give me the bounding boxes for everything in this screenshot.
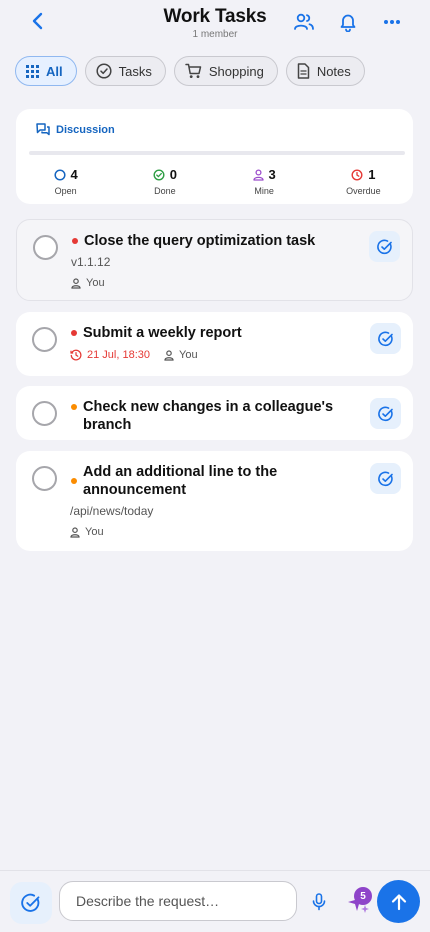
header: Work Tasks 1 member (0, 0, 430, 46)
task-assignee: You (71, 277, 105, 289)
task-title: Check new changes in a colleague's branc… (83, 399, 334, 433)
complete-task-button[interactable] (369, 231, 400, 262)
done-check-icon (153, 168, 165, 181)
check-badge-icon (377, 331, 393, 346)
clock-icon (351, 168, 363, 181)
task-assignee: You (164, 349, 198, 361)
filter-chip-label: Notes (316, 63, 351, 79)
chevron-left-icon (32, 12, 43, 30)
stat-done[interactable]: 0 Done (115, 167, 214, 196)
filter-chips: All Tasks Shopping Notes (15, 56, 365, 86)
task-card[interactable]: Check new changes in a colleague's branc… (16, 386, 413, 440)
filter-chip-all[interactable]: All (15, 56, 77, 86)
person-icon (252, 168, 264, 181)
filter-chip-label: Tasks (118, 63, 152, 79)
complete-task-button[interactable] (370, 323, 401, 354)
history-clock-icon (70, 349, 82, 361)
ai-credits-badge: 5 (354, 887, 372, 905)
note-icon (297, 63, 310, 79)
more-dots-icon (384, 20, 400, 24)
assignee-name: You (85, 526, 104, 538)
check-badge-icon (376, 239, 392, 254)
back-button[interactable] (26, 9, 50, 33)
task-checkbox[interactable] (32, 401, 57, 426)
cart-icon (185, 63, 202, 78)
discussion-header: Discussion (36, 123, 115, 136)
person-icon (71, 277, 81, 289)
task-subtitle: v1.1.12 (71, 255, 111, 269)
priority-dot (71, 478, 77, 484)
priority-dot (71, 330, 77, 336)
stat-value: 3 (268, 167, 276, 182)
stat-label: Open (54, 186, 77, 196)
grid-icon (26, 64, 39, 78)
chat-icon (36, 123, 50, 136)
task-subtitle: /api/news/today (70, 504, 154, 518)
more-button[interactable] (380, 10, 404, 34)
task-card[interactable]: Close the query optimization task v1.1.1… (16, 219, 413, 301)
app-screen: Work Tasks 1 member All Tasks Shopping N… (0, 0, 430, 932)
title-block: Work Tasks 1 member (115, 6, 315, 40)
voice-button[interactable] (307, 890, 331, 914)
stat-label: Mine (254, 186, 274, 196)
priority-dot (72, 238, 78, 244)
filter-chip-tasks[interactable]: Tasks (84, 56, 166, 86)
task-assignee: You (70, 526, 104, 538)
stat-overdue[interactable]: 1 Overdue (314, 167, 413, 196)
progress-bar (29, 151, 405, 155)
check-badge-icon (377, 471, 393, 486)
priority-dot (71, 404, 77, 410)
task-meta: 21 Jul, 18:30 You (70, 349, 198, 361)
task-checkbox[interactable] (33, 235, 58, 260)
task-title: Add an additional line to the announceme… (83, 464, 278, 498)
stat-label: Done (154, 186, 176, 196)
stat-value: 0 (169, 167, 177, 182)
filter-chip-shopping[interactable]: Shopping (173, 56, 278, 86)
discussion-label: Discussion (56, 123, 115, 136)
stat-mine[interactable]: 3 Mine (215, 167, 314, 196)
discussion-card[interactable]: Discussion 4 Open 0 Done 3 Mine 1 Overdu… (16, 109, 413, 204)
task-checkbox[interactable] (32, 327, 57, 352)
task-mode-button[interactable] (10, 882, 52, 924)
complete-task-button[interactable] (370, 463, 401, 494)
members-button[interactable] (292, 10, 316, 34)
task-card[interactable]: Submit a weekly report 21 Jul, 18:30 You (16, 312, 413, 376)
member-count: 1 member (192, 29, 238, 40)
bell-icon (340, 14, 356, 32)
stats-row: 4 Open 0 Done 3 Mine 1 Overdue (16, 167, 413, 196)
request-input[interactable] (59, 881, 297, 921)
microphone-icon (312, 893, 326, 911)
filter-chip-label: All (46, 63, 63, 79)
check-badge-icon (21, 893, 40, 912)
person-icon (164, 349, 174, 361)
notifications-button[interactable] (336, 10, 360, 34)
assignee-name: You (86, 277, 105, 289)
check-circle-icon (96, 63, 112, 79)
send-button[interactable] (377, 880, 420, 923)
due-date: 21 Jul, 18:30 (87, 349, 150, 361)
complete-task-button[interactable] (370, 398, 401, 429)
stat-label: Overdue (346, 186, 381, 196)
open-circle-icon (53, 168, 66, 181)
assignee-name: You (179, 349, 198, 361)
task-checkbox[interactable] (32, 466, 57, 491)
task-due: 21 Jul, 18:30 (70, 349, 150, 361)
page-title: Work Tasks (163, 6, 267, 27)
task-card[interactable]: Add an additional line to the announceme… (16, 451, 413, 551)
task-title: Submit a weekly report (83, 325, 242, 341)
task-title: Close the query optimization task (84, 233, 316, 249)
stat-value: 4 (70, 167, 78, 182)
check-badge-icon (377, 406, 393, 421)
person-icon (70, 526, 80, 538)
arrow-up-icon (391, 893, 406, 910)
users-icon (294, 13, 314, 30)
stat-value: 1 (368, 167, 376, 182)
filter-chip-label: Shopping (208, 63, 264, 79)
filter-chip-notes[interactable]: Notes (285, 56, 365, 86)
stat-open[interactable]: 4 Open (16, 167, 115, 196)
